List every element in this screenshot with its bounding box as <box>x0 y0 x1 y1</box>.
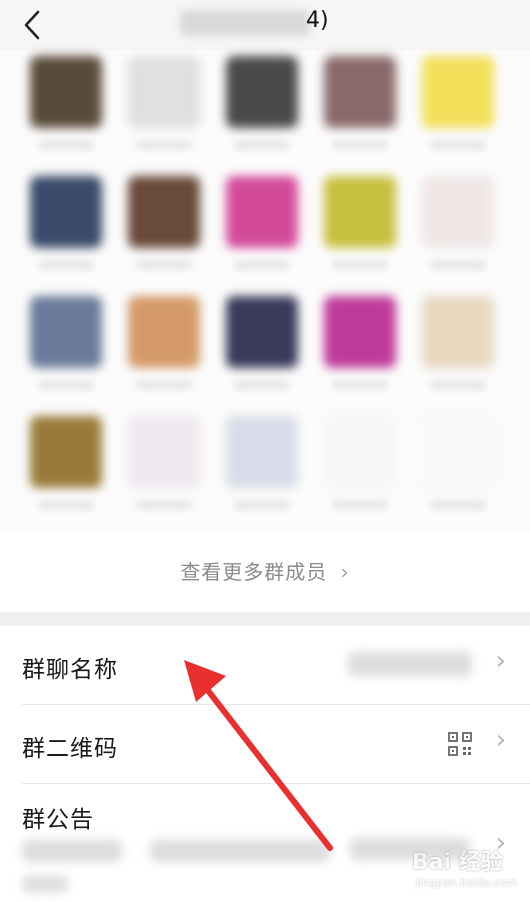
view-more-members-label: 查看更多群成员 <box>180 560 328 584</box>
view-more-members-row[interactable]: 查看更多群成员 › <box>0 530 530 610</box>
member-avatar[interactable] <box>422 296 494 368</box>
member-avatar-grid <box>0 50 530 530</box>
watermark-brand: Bai 经验 <box>412 850 503 875</box>
member-name-blurred <box>332 380 388 390</box>
member-name-blurred <box>332 140 388 150</box>
member-avatar[interactable] <box>324 56 396 128</box>
member-name-blurred <box>234 380 290 390</box>
member-avatar[interactable] <box>226 416 298 488</box>
announcement-text-blurred <box>150 840 330 862</box>
member-avatar[interactable] <box>324 416 396 488</box>
member-avatar[interactable] <box>30 296 102 368</box>
qr-code-icon <box>448 732 472 756</box>
announcement-text-blurred <box>22 876 68 892</box>
group-name-row[interactable]: 群聊名称 › <box>0 626 530 704</box>
baidu-jingyan-watermark: Bai 经验 jingyan.baidu.com <box>402 836 522 896</box>
member-name-blurred <box>136 260 192 270</box>
section-separator <box>0 612 530 626</box>
member-avatar[interactable] <box>422 176 494 248</box>
member-avatar[interactable] <box>128 296 200 368</box>
member-name-blurred <box>136 140 192 150</box>
chevron-right-icon: › <box>495 646 506 676</box>
member-name-blurred <box>430 380 486 390</box>
group-name-label: 群聊名称 <box>22 657 118 683</box>
member-avatar[interactable] <box>30 416 102 488</box>
member-name-blurred <box>332 500 388 510</box>
member-avatar[interactable] <box>422 56 494 128</box>
group-title-blurred <box>180 10 310 36</box>
member-avatar[interactable] <box>128 416 200 488</box>
group-qr-code-row[interactable]: 群二维码 › <box>0 705 530 783</box>
chevron-right-icon: › <box>495 725 506 755</box>
group-announcement-label: 群公告 <box>22 807 94 833</box>
member-avatar[interactable] <box>226 56 298 128</box>
member-name-blurred <box>38 140 94 150</box>
top-bar: 4) <box>0 0 530 50</box>
member-name-blurred <box>430 140 486 150</box>
member-name-blurred <box>38 380 94 390</box>
back-arrow-icon[interactable] <box>18 8 48 42</box>
group-qr-code-label: 群二维码 <box>22 736 118 762</box>
member-avatar[interactable] <box>324 296 396 368</box>
member-name-blurred <box>234 140 290 150</box>
member-name-blurred <box>430 260 486 270</box>
member-name-blurred <box>234 500 290 510</box>
member-name-blurred <box>136 500 192 510</box>
member-name-blurred <box>38 260 94 270</box>
member-avatar[interactable] <box>324 176 396 248</box>
group-name-value-blurred <box>348 652 472 676</box>
member-name-blurred <box>430 500 486 510</box>
member-avatar[interactable] <box>30 176 102 248</box>
announcement-text-blurred <box>22 840 122 862</box>
member-name-blurred <box>234 260 290 270</box>
member-name-blurred <box>136 380 192 390</box>
watermark-url: jingyan.baidu.com <box>416 876 518 889</box>
member-avatar[interactable] <box>226 296 298 368</box>
member-avatar[interactable] <box>30 56 102 128</box>
member-avatar[interactable] <box>128 56 200 128</box>
chevron-right-icon: › <box>340 560 350 584</box>
member-avatar[interactable] <box>226 176 298 248</box>
member-name-blurred <box>38 500 94 510</box>
member-avatar[interactable] <box>128 176 200 248</box>
group-member-count: 4) <box>306 8 329 33</box>
member-name-blurred <box>332 260 388 270</box>
member-avatar[interactable] <box>422 416 494 488</box>
